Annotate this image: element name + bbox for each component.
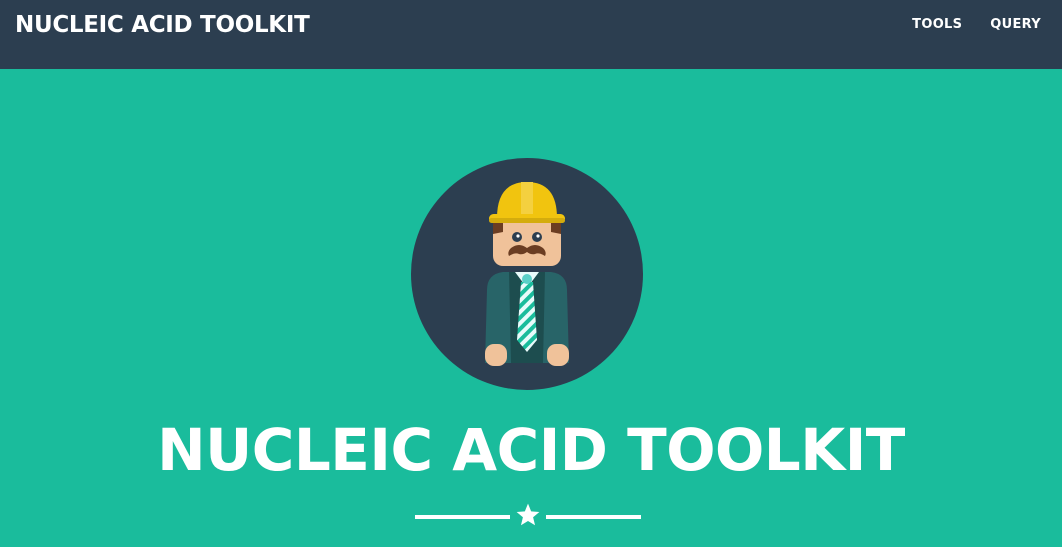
star-icon — [516, 503, 540, 526]
hero-section: NUCLEIC ACID TOOLKIT — [0, 69, 1062, 547]
construction-worker-avatar-icon — [411, 158, 643, 390]
nav-link-tools[interactable]: TOOLS — [912, 17, 962, 32]
nav-links: TOOLS QUERY — [884, 17, 1041, 32]
star-divider — [414, 502, 641, 530]
nav-link-query[interactable]: QUERY — [990, 17, 1041, 32]
brand-link[interactable]: NUCLEIC ACID TOOLKIT — [15, 12, 310, 38]
divider-line-left — [415, 515, 510, 519]
hero-title: NUCLEIC ACID TOOLKIT — [157, 416, 905, 484]
divider-line-right — [546, 515, 641, 519]
navbar: NUCLEIC ACID TOOLKIT TOOLS QUERY — [0, 0, 1062, 69]
